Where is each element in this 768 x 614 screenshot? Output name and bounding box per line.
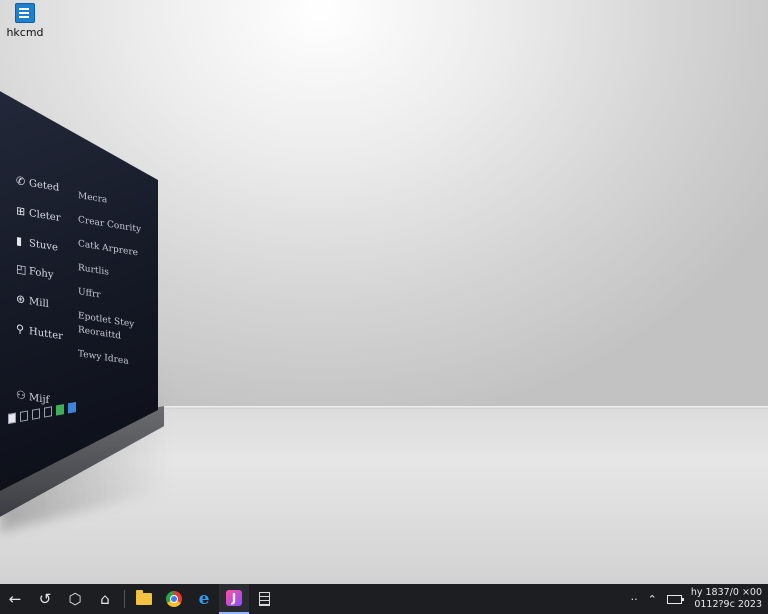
calculator-button[interactable] [249,584,279,614]
back-button[interactable]: ← [0,584,30,614]
chrome-button[interactable] [159,584,189,614]
file-explorer-button[interactable] [129,584,159,614]
tray-overflow-icon[interactable]: ·· [631,593,638,606]
refresh-button[interactable]: ↺ [30,584,60,614]
screen-app-icon[interactable] [56,403,64,416]
home-icon: ⌂ [100,590,110,608]
puzzle-icon: ⬡ [68,590,82,608]
system-tray: ·· ⌃ hy 1837/0 ×00 0112?9c 2023 [626,584,768,614]
folder-icon [136,590,152,605]
screen-app-icon[interactable] [20,409,28,422]
clock[interactable]: hy 1837/0 ×00 0112?9c 2023 [691,587,762,611]
desk-edge [150,406,768,409]
back-arrow-icon: ← [8,590,22,608]
search-icon: ⚲ [16,322,25,337]
refresh-icon: ↺ [38,590,52,608]
document-icon: ▮ [16,234,23,248]
app-j-icon: J [226,590,242,606]
desktop-shortcut-hkcmd[interactable]: hkcmd [4,3,46,43]
taskbar: ← ↺ ⬡ ⌂ e J ·· ⌃ hy 1837/0 ×00 0112?9c 2… [0,584,768,614]
clock-time: hy 1837/0 ×00 [690,587,762,598]
globe-icon: ⊛ [16,292,26,307]
window-icon: ◰ [16,262,27,277]
screen-app-icon[interactable] [44,405,52,418]
desktop-shortcut-label: hkcmd [6,26,44,39]
grid-icon: ⊞ [16,204,26,219]
edge-button[interactable]: e [189,584,219,614]
taskbar-separator [124,590,125,608]
hkcmd-app-icon [15,3,35,23]
battery-icon[interactable] [666,594,684,604]
chrome-icon [166,591,182,607]
desktop: hkcmd ✆ Geted ⊞ Cleter ▮ Stuve ◰ Fohy ⊛ Mill … [0,0,768,614]
chevron-up-icon[interactable]: ⌃ [648,593,657,606]
clock-date: 0112?9c 2023 [694,599,762,610]
screen-app-icon[interactable] [32,407,40,420]
phone-icon: ✆ [16,174,26,189]
user-icon: ⚇ [16,388,26,403]
calculator-icon [258,592,270,606]
edge-icon: e [198,589,210,609]
puzzle-button[interactable]: ⬡ [60,584,90,614]
home-button[interactable]: ⌂ [90,584,120,614]
active-app-button[interactable]: J [219,584,249,614]
screen-start-icon[interactable] [8,412,16,424]
screen-app-icon[interactable] [68,401,76,413]
